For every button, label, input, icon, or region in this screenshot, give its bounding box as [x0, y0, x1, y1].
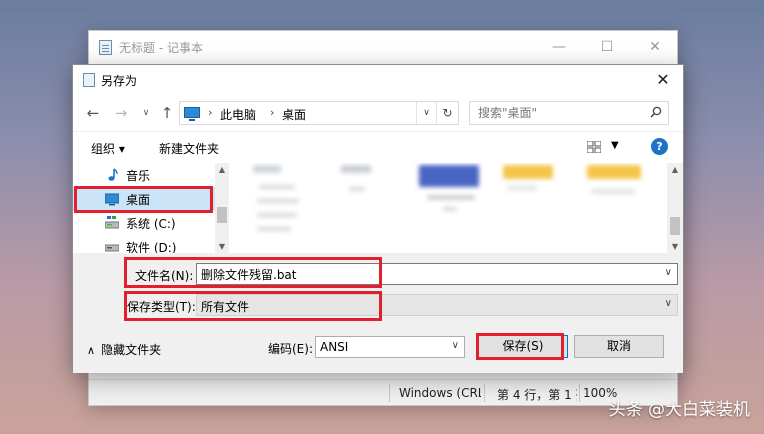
- sidebar-item-music[interactable]: 音乐: [73, 163, 215, 187]
- this-pc-icon: [184, 107, 200, 121]
- hide-folders-label: 隐藏文件夹: [101, 343, 162, 357]
- blurred-file-label: [349, 187, 365, 191]
- help-icon[interactable]: ?: [651, 138, 668, 155]
- scroll-down-icon[interactable]: ▼: [215, 242, 229, 251]
- dialog-close-icon[interactable]: ✕: [649, 69, 677, 91]
- file-list[interactable]: [231, 163, 667, 253]
- blurred-file-icon[interactable]: [253, 165, 281, 173]
- encoding-select[interactable]: ANSI ∨: [315, 336, 465, 358]
- sidebar-item-label: 软件 (D:): [126, 241, 177, 253]
- save-as-dialog: 另存为 ✕ ← → ∨ ↑ › 此电脑 › 桌面 ∨ ↻ 组织 ▾ 新建文件夹: [72, 64, 684, 373]
- status-encoding: Windows (CRLF): [399, 386, 481, 400]
- highlight-save-button: [476, 333, 564, 360]
- drive-d-icon: [105, 244, 119, 252]
- search-box[interactable]: [469, 101, 669, 125]
- notepad-icon: [99, 40, 112, 55]
- sidebar-item-label: 音乐: [126, 169, 151, 183]
- breadcrumb-chevron-icon[interactable]: ›: [208, 106, 212, 119]
- address-dropdown-icon[interactable]: ∨: [416, 102, 436, 124]
- view-options-icon[interactable]: [587, 141, 601, 153]
- dialog-toolbar: 组织 ▾ 新建文件夹 ▼ ?: [73, 131, 683, 163]
- blurred-folder-icon[interactable]: [503, 165, 553, 179]
- minimize-icon[interactable]: —: [539, 35, 579, 59]
- blurred-file-label: [507, 185, 537, 191]
- scroll-up-icon[interactable]: ▲: [215, 165, 229, 174]
- filename-dropdown-icon[interactable]: ∨: [665, 267, 672, 278]
- forward-arrow-icon[interactable]: →: [111, 103, 131, 123]
- sidebar-item-label: 系统 (C:): [126, 217, 176, 231]
- watermark-text: 头条 @大白菜装机: [608, 400, 750, 420]
- status-separator: [389, 384, 390, 402]
- status-separator: [484, 384, 485, 402]
- music-icon: [108, 168, 118, 181]
- sidebar-scroll-thumb[interactable]: [217, 207, 227, 223]
- close-icon[interactable]: ✕: [635, 35, 675, 59]
- notepad-titlebar: 无标题 - 记事本 — ☐ ✕: [89, 31, 677, 63]
- encoding-dropdown-icon[interactable]: ∨: [452, 340, 459, 351]
- blurred-file-label: [257, 213, 297, 217]
- refresh-icon[interactable]: ↻: [436, 102, 458, 124]
- blurred-file-icon[interactable]: [419, 165, 479, 187]
- dialog-icon: [83, 73, 95, 87]
- blurred-file-label: [257, 227, 291, 231]
- dialog-titlebar: 另存为 ✕: [73, 65, 683, 95]
- blurred-file-label: [591, 189, 635, 194]
- file-list-scroll-thumb[interactable]: [670, 217, 680, 235]
- dialog-title: 另存为: [101, 74, 138, 88]
- blurred-file-icon[interactable]: [341, 165, 371, 173]
- blurred-file-label: [257, 199, 299, 203]
- search-icon[interactable]: [650, 106, 662, 118]
- scroll-down-icon[interactable]: ▼: [667, 242, 683, 251]
- back-arrow-icon[interactable]: ←: [83, 103, 103, 123]
- cancel-button[interactable]: 取消: [574, 335, 664, 358]
- breadcrumb-chevron-icon[interactable]: ›: [270, 106, 274, 119]
- blurred-folder-icon[interactable]: [587, 165, 641, 179]
- filetype-dropdown-icon[interactable]: ∨: [665, 298, 672, 309]
- chevron-up-icon: ∧: [87, 344, 96, 357]
- blurred-file-label: [427, 195, 475, 200]
- sidebar-item-drive-c[interactable]: 系统 (C:): [73, 211, 215, 235]
- recent-locations-chevron-icon[interactable]: ∨: [136, 103, 156, 123]
- status-separator: [579, 384, 580, 402]
- drive-c-icon: [105, 216, 119, 229]
- encoding-value: ANSI: [320, 340, 349, 354]
- blurred-file-label: [443, 207, 457, 211]
- hide-folders-toggle[interactable]: ∧ 隐藏文件夹: [87, 341, 161, 358]
- scroll-up-icon[interactable]: ▲: [667, 165, 683, 174]
- organize-button[interactable]: 组织 ▾: [91, 140, 125, 157]
- breadcrumb-this-pc[interactable]: 此电脑: [220, 106, 256, 123]
- status-position: 第 4 行，第 1 列: [497, 388, 577, 402]
- maximize-icon[interactable]: ☐: [587, 35, 627, 59]
- notepad-statusbar: Windows (CRLF) 第 4 行，第 1 列 100%: [89, 379, 677, 405]
- encoding-label: 编码(E):: [268, 342, 313, 356]
- navigation-bar: ← → ∨ ↑ › 此电脑 › 桌面 ∨ ↻: [73, 95, 683, 131]
- highlight-filename: [124, 257, 382, 288]
- new-folder-button[interactable]: 新建文件夹: [159, 140, 219, 157]
- address-bar[interactable]: › 此电脑 › 桌面 ∨ ↻: [179, 101, 459, 125]
- notepad-title: 无标题 - 记事本: [119, 41, 203, 55]
- up-arrow-icon[interactable]: ↑: [157, 103, 177, 123]
- search-input[interactable]: [470, 102, 645, 124]
- highlight-filetype: [124, 291, 382, 321]
- sidebar-item-drive-d[interactable]: 软件 (D:): [73, 235, 215, 253]
- sidebar-scrollbar[interactable]: ▲ ▼: [215, 163, 229, 253]
- view-dropdown-icon[interactable]: ▼: [611, 140, 619, 151]
- file-list-scrollbar[interactable]: ▲ ▼: [667, 163, 683, 253]
- blurred-file-label: [259, 185, 295, 189]
- highlight-desktop: [74, 186, 213, 213]
- breadcrumb-desktop[interactable]: 桌面: [282, 106, 306, 123]
